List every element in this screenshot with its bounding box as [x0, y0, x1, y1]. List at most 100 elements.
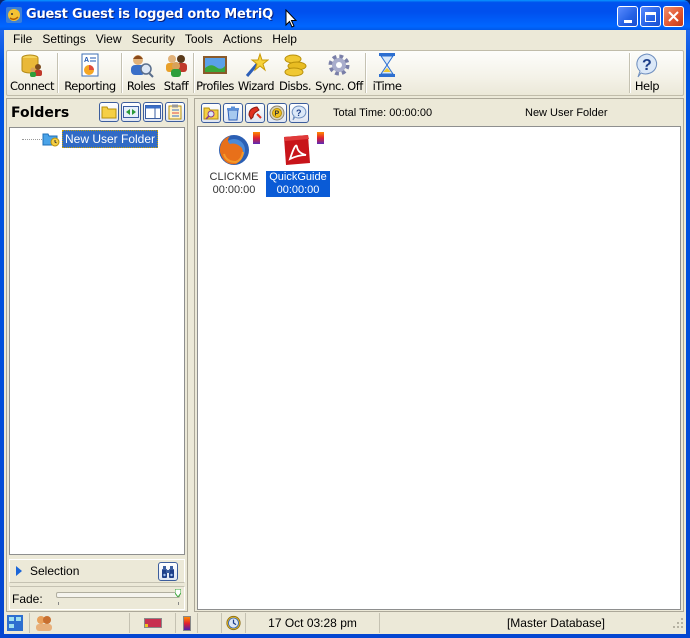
- parking-button[interactable]: P: [267, 103, 287, 123]
- parking-icon: P: [269, 105, 285, 121]
- bin-button[interactable]: [223, 103, 243, 123]
- selection-label: Selection: [30, 564, 80, 578]
- menu-help[interactable]: Help: [267, 30, 302, 48]
- reporting-label: Reporting: [64, 79, 116, 93]
- magic-wand-icon: [245, 52, 269, 77]
- status-database: [Master Database]: [380, 613, 672, 633]
- coins-icon: [284, 54, 307, 77]
- folder-tree[interactable]: New User Folder: [9, 127, 185, 555]
- status-level-cell: [176, 613, 198, 633]
- total-time: Total Time: 00:00:00: [333, 107, 433, 119]
- status-indicator-bar: [317, 132, 324, 144]
- help-icon: ?: [636, 53, 658, 78]
- close-icon: [668, 11, 679, 22]
- maximize-icon: [645, 11, 656, 22]
- report-icon: A: [81, 53, 99, 77]
- connect-button[interactable]: Connect: [7, 51, 57, 95]
- current-folder-name: New User Folder: [525, 107, 608, 119]
- open-folder-icon: [101, 106, 117, 119]
- folder-search-button[interactable]: [201, 103, 221, 123]
- close-button[interactable]: [663, 6, 684, 27]
- phone-icon: [248, 106, 262, 120]
- item-quickguide[interactable]: QuickGuide 00:00:00: [266, 132, 330, 198]
- roles-label: Roles: [126, 79, 156, 93]
- items-view[interactable]: CLICKME 00:00:00 QuickGuide 00:00:00: [197, 126, 681, 610]
- panel-layout-icon: [145, 105, 161, 119]
- menu-file[interactable]: File: [8, 30, 37, 48]
- wizard-label: Wizard: [237, 79, 275, 93]
- status-indicator-bar: [253, 132, 260, 144]
- itime-label: iTime: [372, 79, 402, 93]
- help-bubble-button[interactable]: ?: [289, 103, 309, 123]
- status-datetime: 17 Oct 03:28 pm: [246, 613, 380, 633]
- find-button[interactable]: [158, 562, 178, 581]
- main-toolbar: Connect A Reporting Roles Staff Profiles…: [6, 50, 684, 96]
- fade-tick-max: [178, 602, 179, 605]
- connect-label: Connect: [9, 79, 55, 93]
- item-caption: CLICKME 00:00:00: [207, 171, 262, 197]
- minimize-button[interactable]: [617, 6, 638, 27]
- resize-grip-icon[interactable]: [672, 617, 684, 629]
- recording-indicator-icon: [143, 618, 162, 628]
- menu-settings[interactable]: Settings: [37, 30, 90, 48]
- tree-node-new-user-folder[interactable]: New User Folder: [62, 130, 159, 148]
- item-name: QuickGuide: [269, 171, 327, 183]
- clipboard-list-icon: [168, 104, 182, 120]
- menu-bar: File Settings View Security Tools Action…: [4, 30, 686, 48]
- title-bar[interactable]: Guest Guest is logged onto MetriQ: [0, 0, 690, 30]
- svg-text:P: P: [275, 111, 280, 118]
- firefox-icon: [219, 135, 249, 165]
- landscape-picture-icon: [203, 56, 227, 74]
- phone-button[interactable]: [245, 103, 265, 123]
- status-network-cell[interactable]: [4, 613, 30, 633]
- menu-security[interactable]: Security: [127, 30, 180, 48]
- menu-view[interactable]: View: [91, 30, 127, 48]
- svg-text:?: ?: [642, 57, 651, 74]
- disbs-button[interactable]: Disbs.: [277, 51, 313, 95]
- sync-off-button[interactable]: Sync. Off: [313, 51, 365, 95]
- clipboard-list-button[interactable]: [165, 102, 185, 122]
- content-panel: P ? Total Time: 00:00:00 New User Folder: [194, 98, 684, 612]
- fade-slider[interactable]: [56, 592, 180, 598]
- status-clock-cell[interactable]: [222, 613, 246, 633]
- disbs-label: Disbs.: [279, 79, 312, 93]
- split-arrows-button[interactable]: [121, 102, 141, 122]
- hourglass-icon: [379, 53, 395, 77]
- item-clickme[interactable]: CLICKME 00:00:00: [202, 132, 266, 198]
- fade-slider-thumb[interactable]: [175, 589, 181, 597]
- database-users-icon: [21, 54, 42, 77]
- selection-expander[interactable]: Selection: [9, 559, 185, 583]
- roles-button[interactable]: Roles: [123, 51, 159, 95]
- profiles-label: Profiles: [196, 79, 234, 93]
- app-icon: [6, 7, 22, 23]
- staff-button[interactable]: Staff: [159, 51, 193, 95]
- item-time: 00:00:00: [212, 184, 256, 196]
- gear-icon: [328, 54, 350, 76]
- status-recording-cell[interactable]: [130, 613, 176, 633]
- sync-off-label: Sync. Off: [315, 79, 363, 93]
- maximize-button[interactable]: [640, 6, 661, 27]
- fade-control: Fade:: [9, 586, 185, 610]
- panel-layout-button[interactable]: [143, 102, 163, 122]
- menu-actions[interactable]: Actions: [218, 30, 267, 48]
- status-user-cell[interactable]: [30, 613, 130, 633]
- profiles-button[interactable]: Profiles: [195, 51, 235, 95]
- item-caption: QuickGuide 00:00:00: [266, 171, 330, 197]
- datetime-text: 17 Oct 03:28 pm: [268, 616, 357, 630]
- wizard-button[interactable]: Wizard: [235, 51, 277, 95]
- svg-text:A: A: [84, 57, 89, 64]
- reporting-button[interactable]: A Reporting: [59, 51, 121, 95]
- app-window: Guest Guest is logged onto MetriQ File S…: [0, 0, 690, 638]
- open-folder-button[interactable]: [99, 102, 119, 122]
- expand-arrow-icon: [16, 566, 22, 576]
- split-arrows-icon: [123, 106, 139, 118]
- itime-button[interactable]: iTime: [367, 51, 407, 95]
- user-folder-icon: [42, 133, 60, 147]
- clock-icon: [226, 615, 241, 631]
- pdf-icon: [284, 135, 310, 165]
- svg-text:?: ?: [296, 108, 302, 118]
- users-icon: [36, 616, 52, 631]
- help-button[interactable]: ? Help: [631, 51, 663, 95]
- menu-tools[interactable]: Tools: [180, 30, 218, 48]
- content-toolbar: P ? Total Time: 00:00:00 New User Folder: [195, 99, 683, 125]
